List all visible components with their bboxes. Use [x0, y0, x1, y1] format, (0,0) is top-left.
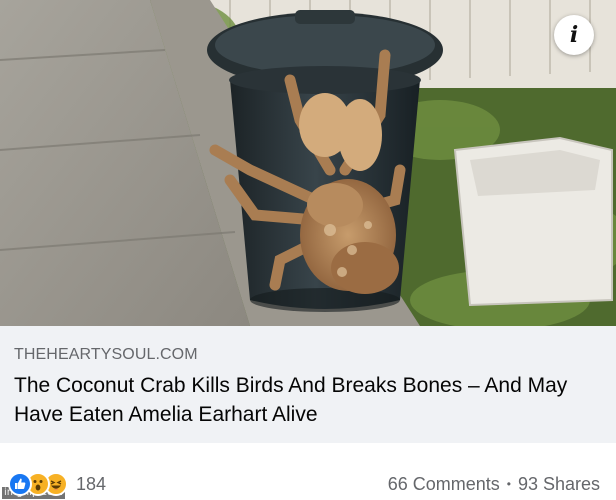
post-footer: 184 66 Comments • 93 Shares imgflip.com — [0, 443, 616, 500]
stats-separator: • — [506, 477, 511, 491]
info-icon-glyph: i — [569, 22, 579, 48]
crab-on-trash-can-photo — [0, 0, 616, 326]
facebook-link-post: i THEHEARTYSOUL.COM The Coconut Crab Kil… — [0, 0, 616, 500]
like-icon — [8, 472, 32, 496]
link-headline[interactable]: The Coconut Crab Kills Birds And Breaks … — [14, 371, 602, 429]
link-preview-text[interactable]: THEHEARTYSOUL.COM The Coconut Crab Kills… — [0, 326, 616, 443]
reaction-count: 184 — [76, 474, 107, 494]
reactions-summary[interactable]: 184 — [8, 472, 106, 496]
comments-count-link[interactable]: 66 Comments — [388, 472, 500, 496]
info-icon[interactable]: i — [554, 15, 594, 55]
link-domain: THEHEARTYSOUL.COM — [14, 346, 198, 363]
thumbs-up-icon — [15, 478, 26, 489]
link-preview-image[interactable]: i — [0, 0, 616, 326]
engagement-stats: 66 Comments • 93 Shares — [388, 472, 600, 496]
shares-count-link[interactable]: 93 Shares — [518, 472, 600, 496]
